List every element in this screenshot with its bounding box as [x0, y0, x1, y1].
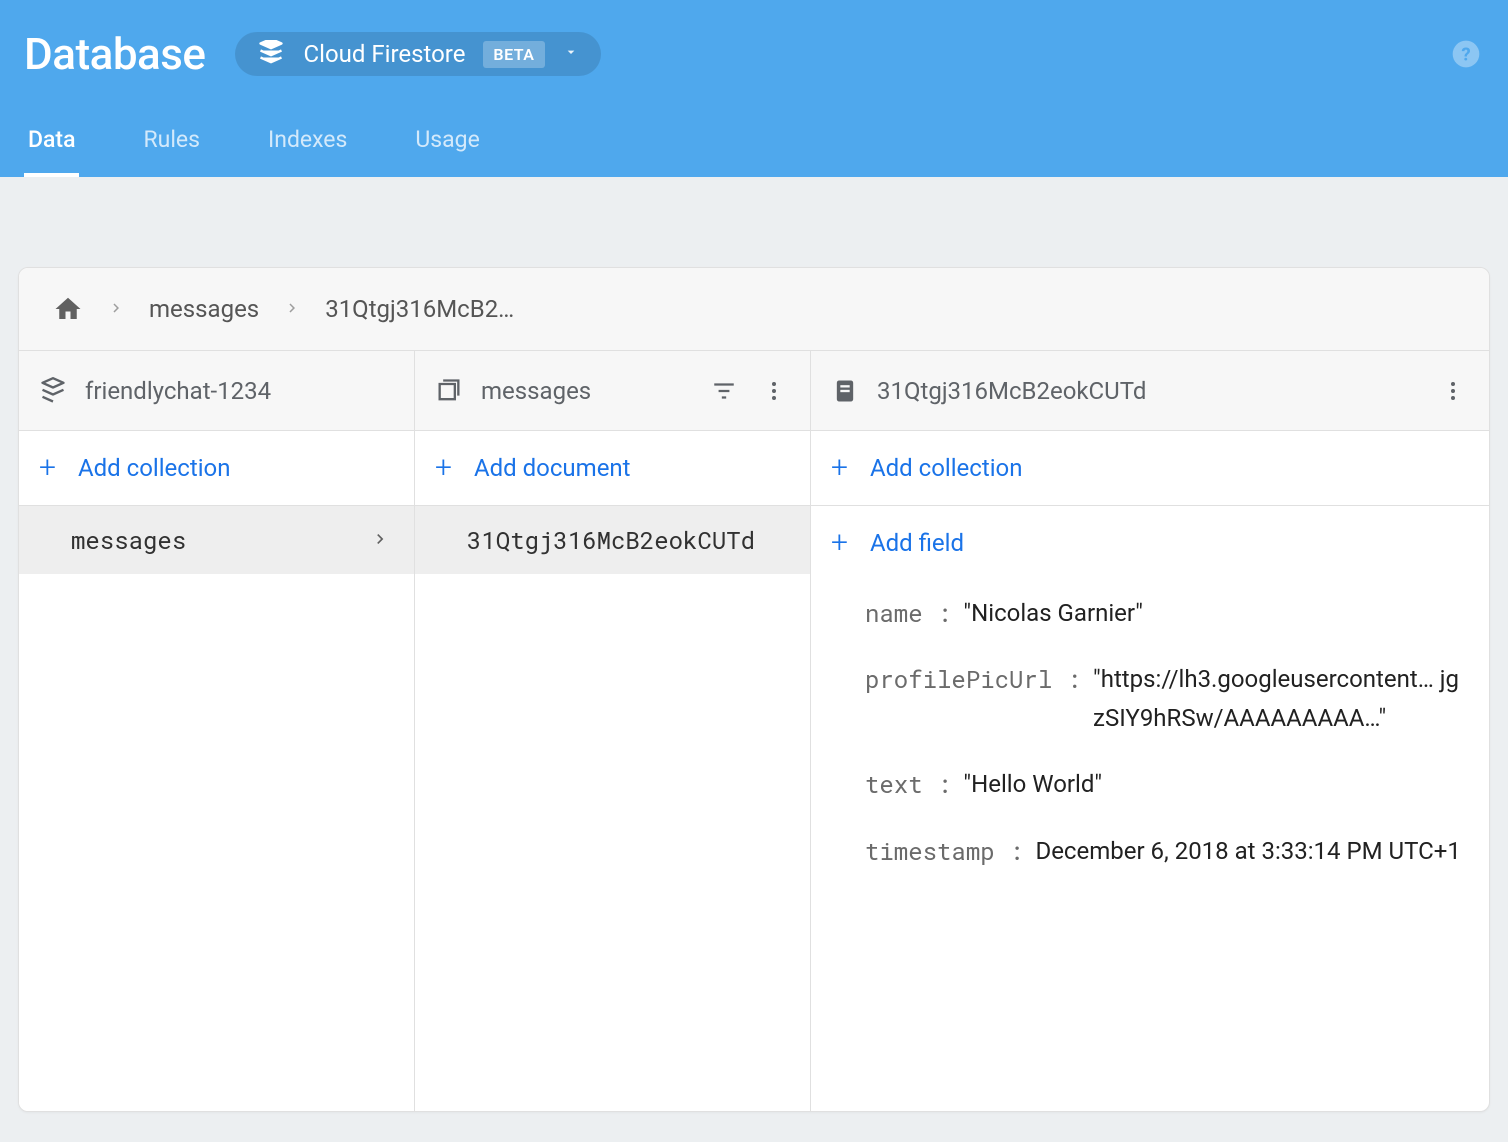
document-icon [831, 377, 859, 405]
collection-list-item[interactable]: messages [19, 506, 414, 574]
document-list-item[interactable]: 31Qtgj316McB2eokCUTd [415, 506, 810, 574]
beta-badge: BETA [483, 41, 544, 68]
column-collection: messages + Add document 31Qtgj316McB2eok… [415, 351, 811, 1111]
plus-icon: + [435, 453, 452, 483]
collection-title: messages [481, 377, 690, 405]
field-row[interactable]: profilePicUrl https://lh3.googleusercont… [811, 646, 1489, 751]
help-button[interactable]: ? [1448, 36, 1484, 72]
add-field-label: Add field [870, 529, 964, 557]
collection-item-label: messages [71, 524, 186, 556]
document-item-label: 31Qtgj316McB2eokCUTd [467, 524, 755, 556]
add-field-button[interactable]: + Add field [811, 506, 1489, 580]
breadcrumb-collection[interactable]: messages [149, 295, 259, 323]
plus-icon: + [39, 453, 56, 483]
chevron-right-icon [107, 295, 125, 323]
field-value: December 6, 2018 at 3:33:14 PM UTC+1 [1035, 832, 1460, 870]
product-name-label: Cloud Firestore [303, 40, 465, 68]
breadcrumb-document[interactable]: 31Qtgj316McB2… [325, 295, 514, 323]
app-header: Database Cloud Firestore BETA ? Data Rul… [0, 0, 1508, 177]
svg-text:?: ? [1461, 44, 1470, 66]
more-menu-button[interactable] [758, 375, 790, 407]
home-icon[interactable] [53, 294, 83, 324]
field-value: https://lh3.googleusercontent… jgzSIY9hR… [1093, 660, 1465, 737]
field-key: text [865, 765, 951, 803]
firestore-icon [257, 40, 285, 68]
product-selector-chip[interactable]: Cloud Firestore BETA [235, 32, 600, 76]
add-collection-label: Add collection [78, 454, 231, 482]
field-row[interactable]: timestamp December 6, 2018 at 3:33:14 PM… [811, 818, 1489, 884]
field-row[interactable]: text Hello World [811, 751, 1489, 817]
add-subcollection-button[interactable]: + Add collection [811, 431, 1489, 506]
collection-icon [435, 377, 463, 405]
root-title: friendlychat-1234 [85, 377, 394, 405]
field-key: name [865, 594, 951, 632]
column-root: friendlychat-1234 + Add collection messa… [19, 351, 415, 1111]
chevron-right-icon [370, 524, 390, 556]
field-row[interactable]: name Nicolas Garnier [811, 580, 1489, 646]
chevron-right-icon [283, 295, 301, 323]
document-title: 31Qtgj316McB2eokCUTd [877, 377, 1419, 405]
plus-icon: + [831, 528, 848, 558]
field-key: profilePicUrl [865, 660, 1081, 698]
tab-usage[interactable]: Usage [411, 126, 483, 177]
tab-rules[interactable]: Rules [139, 126, 204, 177]
field-value: Hello World [963, 765, 1102, 803]
tab-data[interactable]: Data [24, 126, 79, 177]
add-document-label: Add document [474, 454, 631, 482]
add-subcollection-label: Add collection [870, 454, 1023, 482]
plus-icon: + [831, 453, 848, 483]
caret-down-icon [563, 44, 579, 64]
field-key: timestamp [865, 832, 1023, 870]
page-title: Database [24, 28, 205, 80]
header-tabs: Data Rules Indexes Usage [24, 126, 1484, 177]
field-value: Nicolas Garnier [963, 594, 1142, 632]
add-document-button[interactable]: + Add document [415, 431, 810, 506]
column-document: 31Qtgj316McB2eokCUTd + Add collection + … [811, 351, 1489, 1111]
data-panel: messages 31Qtgj316McB2… friendlychat-123… [18, 267, 1490, 1112]
add-collection-button[interactable]: + Add collection [19, 431, 414, 506]
breadcrumb: messages 31Qtgj316McB2… [19, 268, 1489, 351]
firestore-icon [39, 377, 67, 405]
tab-indexes[interactable]: Indexes [264, 126, 351, 177]
more-menu-button[interactable] [1437, 375, 1469, 407]
filter-button[interactable] [708, 375, 740, 407]
